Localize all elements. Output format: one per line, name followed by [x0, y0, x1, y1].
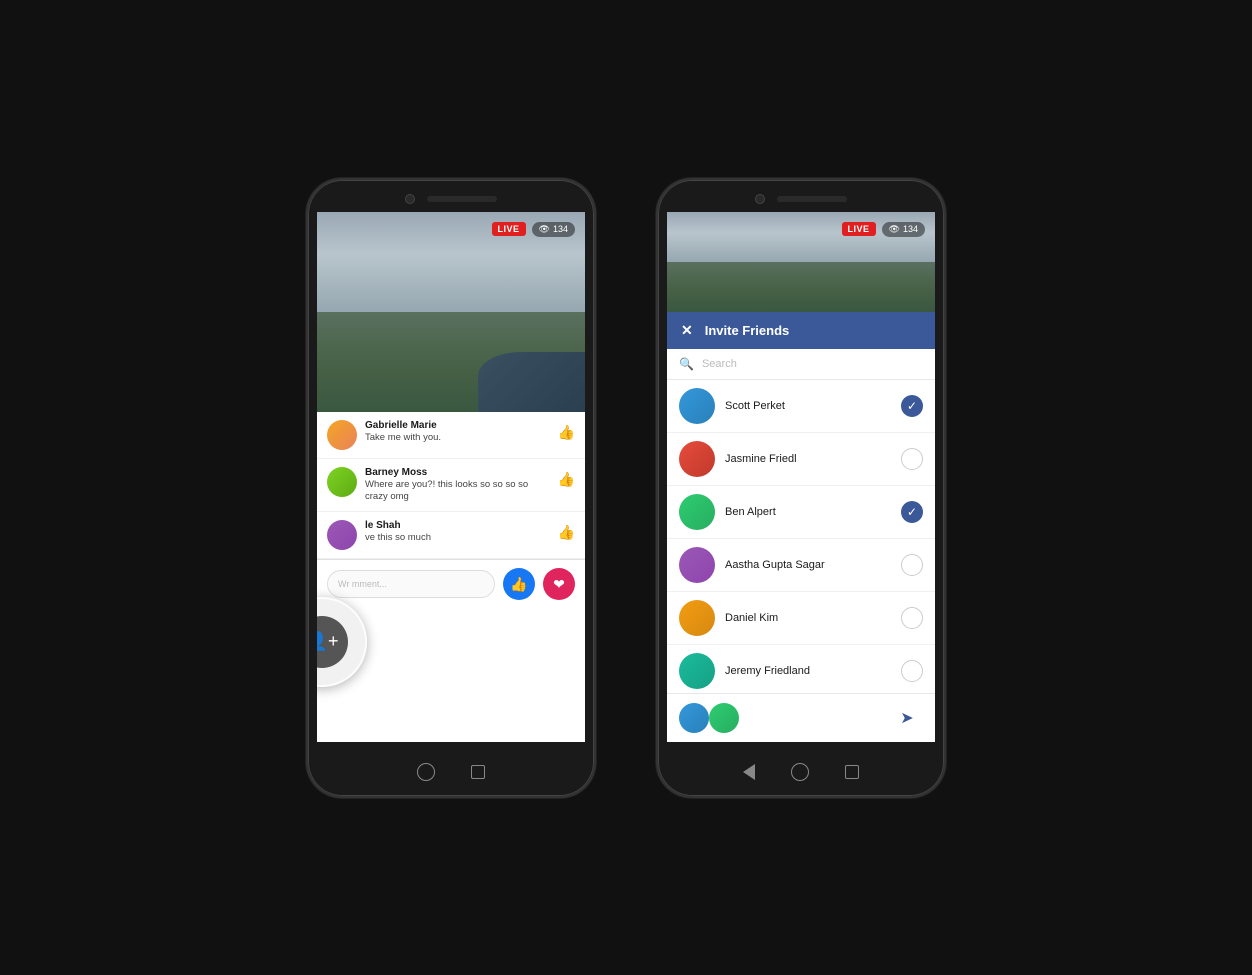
check-aastha[interactable] [901, 554, 923, 576]
friend-name-jasmine: Jasmine Friedl [725, 453, 891, 465]
invite-title: Invite Friends [705, 323, 790, 338]
invite-panel: LIVE 👁 134 ✕ Invite Friends 🔍 Search Sco… [667, 212, 935, 742]
phone-left-screen: LIVE 👁 134 Gabrielle Marie Take me with … [317, 212, 585, 742]
friend-name-ben: Ben Alpert [725, 506, 891, 518]
comment-item-3: le Shah ve this so much 👍 [317, 512, 585, 559]
commenter-name-1: Gabrielle Marie [365, 420, 550, 431]
nav-back-right[interactable] [743, 764, 755, 780]
check-scott[interactable]: ✓ [901, 395, 923, 417]
send-button[interactable]: ➤ [891, 702, 923, 734]
check-daniel[interactable] [901, 607, 923, 629]
search-bar: 🔍 Search [667, 349, 935, 380]
check-jeremy[interactable] [901, 660, 923, 682]
live-overlay: LIVE 👁 134 [492, 222, 575, 237]
send-bar: ➤ [667, 693, 935, 742]
eye-icon: 👁 [539, 224, 550, 235]
nav-home-right[interactable] [791, 763, 809, 781]
comments-area: Gabrielle Marie Take me with you. 👍 Barn… [317, 412, 585, 609]
like-button[interactable]: 👍 [503, 568, 535, 600]
avatar-jasmine [679, 441, 715, 477]
friend-item-daniel[interactable]: Daniel Kim [667, 592, 935, 645]
viewer-count: 👁 134 [532, 222, 575, 237]
add-friend-button[interactable]: 👤+ [317, 616, 348, 668]
close-button[interactable]: ✕ [681, 322, 693, 339]
commenter-name-2: Barney Moss [365, 467, 550, 478]
avatar-shah [327, 520, 357, 550]
friend-item-jasmine[interactable]: Jasmine Friedl [667, 433, 935, 486]
camera-dot [405, 194, 415, 204]
comment-text-2: Where are you?! this looks so so so so c… [365, 479, 550, 504]
comment-text-1: Take me with you. [365, 432, 550, 444]
speaker-right [777, 196, 847, 202]
add-person-icon: 👤+ [317, 631, 338, 652]
heart-button[interactable]: ❤ [543, 568, 575, 600]
invite-header: ✕ Invite Friends [667, 312, 935, 349]
land-right [667, 262, 935, 312]
aerial-video-right: LIVE 👁 134 [667, 212, 935, 312]
add-friend-circle: 👤+ [317, 597, 367, 687]
phone-right-top [658, 180, 944, 212]
eye-icon-right: 👁 [889, 224, 900, 235]
friend-item-aastha[interactable]: Aastha Gupta Sagar [667, 539, 935, 592]
friend-name-daniel: Daniel Kim [725, 612, 891, 624]
friend-name-aastha: Aastha Gupta Sagar [725, 559, 891, 571]
friend-name-scott: Scott Perket [725, 400, 891, 412]
comment-item-2: Barney Moss Where are you?! this looks s… [317, 459, 585, 513]
like-icon-3[interactable]: 👍 [558, 524, 575, 541]
avatar-ben [679, 494, 715, 530]
like-icon-2[interactable]: 👍 [558, 471, 575, 488]
avatar-barney [327, 467, 357, 497]
friend-name-jeremy: Jeremy Friedland [725, 665, 891, 677]
avatar-jeremy [679, 653, 715, 689]
phone-left: LIVE 👁 134 Gabrielle Marie Take me with … [306, 178, 596, 798]
friend-item-scott[interactable]: Scott Perket ✓ [667, 380, 935, 433]
phone-left-nav [308, 748, 594, 796]
aerial-video: LIVE 👁 134 [317, 212, 585, 412]
friend-item-jeremy[interactable]: Jeremy Friedland [667, 645, 935, 693]
check-ben[interactable]: ✓ [901, 501, 923, 523]
selected-avatar-scott [679, 703, 709, 733]
friend-item-ben[interactable]: Ben Alpert ✓ [667, 486, 935, 539]
phone-right: LIVE 👁 134 ✕ Invite Friends 🔍 Search Sco… [656, 178, 946, 798]
live-overlay-right: LIVE 👁 134 [842, 222, 925, 237]
phone-right-nav [658, 748, 944, 796]
avatar-gabrielle [327, 420, 357, 450]
avatar-aastha [679, 547, 715, 583]
live-badge: LIVE [492, 222, 526, 236]
nav-square-right[interactable] [845, 765, 859, 779]
comment-content-3: le Shah ve this so much [365, 520, 550, 544]
search-input[interactable]: Search [702, 358, 737, 370]
comment-text-3: ve this so much [365, 532, 550, 544]
comment-item-1: Gabrielle Marie Take me with you. 👍 [317, 412, 585, 459]
comment-bar: Wr mment... 👍 ❤ [317, 559, 585, 608]
comment-input[interactable]: Wr mment... [327, 570, 495, 598]
selected-avatar-ben [709, 703, 739, 733]
water [478, 352, 585, 412]
commenter-name-3: le Shah [365, 520, 550, 531]
nav-home-left[interactable] [417, 763, 435, 781]
avatar-scott [679, 388, 715, 424]
comment-content-1: Gabrielle Marie Take me with you. [365, 420, 550, 444]
camera-dot-right [755, 194, 765, 204]
avatar-daniel [679, 600, 715, 636]
nav-square-left[interactable] [471, 765, 485, 779]
search-icon: 🔍 [679, 357, 694, 371]
comment-content-2: Barney Moss Where are you?! this looks s… [365, 467, 550, 504]
check-jasmine[interactable] [901, 448, 923, 470]
phone-left-top [308, 180, 594, 212]
live-badge-right: LIVE [842, 222, 876, 236]
friends-list: Scott Perket ✓ Jasmine Friedl Ben Alpert… [667, 380, 935, 693]
speaker [427, 196, 497, 202]
like-icon-1[interactable]: 👍 [558, 424, 575, 441]
selected-avatars [679, 703, 883, 733]
viewer-count-right: 👁 134 [882, 222, 925, 237]
